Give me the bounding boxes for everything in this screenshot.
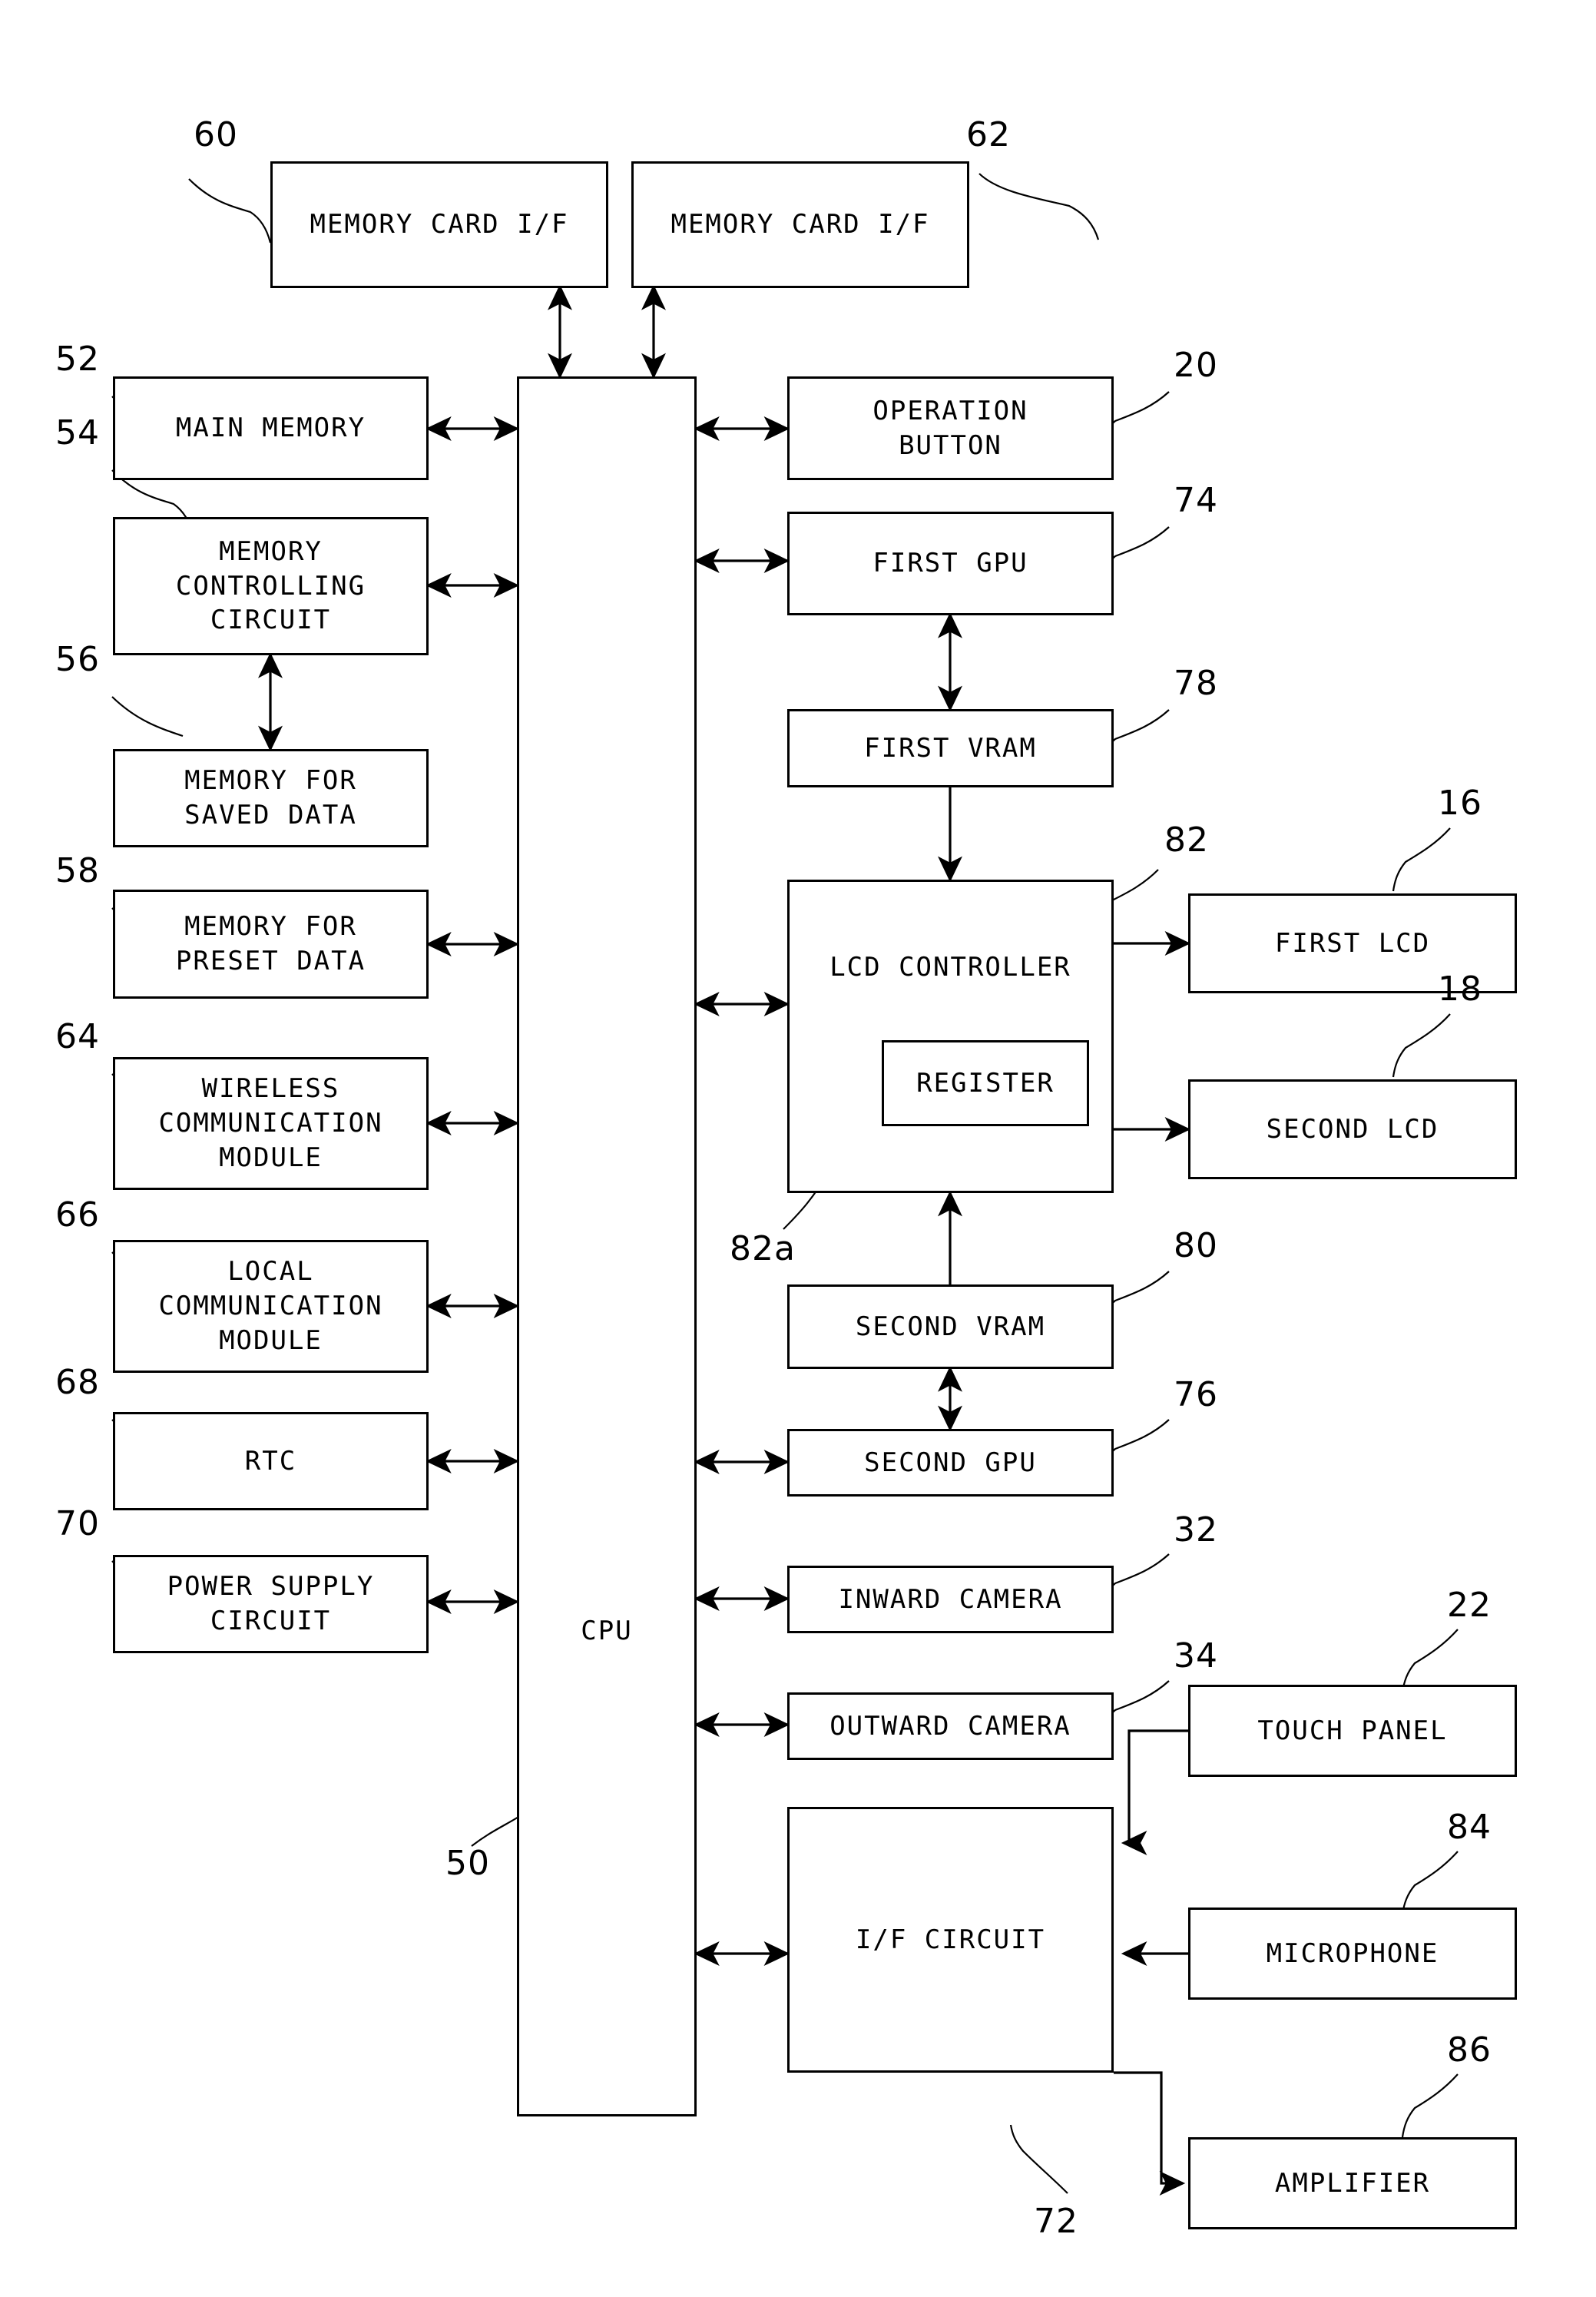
block-label: MEMORY CARD I/F xyxy=(671,209,930,240)
block-second-vram[interactable]: SECOND VRAM xyxy=(787,1284,1114,1369)
ref-numeral-74: 74 xyxy=(1174,481,1218,520)
ref-numeral-16: 16 xyxy=(1438,784,1482,823)
patent-figure-canvas: MEMORY CARD I/F 60 MEMORY CARD I/F 62 MA… xyxy=(0,0,1596,2297)
block-label: FIRST GPU xyxy=(873,548,1028,579)
ref-numeral-82a: 82a xyxy=(730,1229,796,1268)
block-label: MEMORY FOR PRESET DATA xyxy=(175,911,366,976)
block-label: WIRELESS COMMUNICATION MODULE xyxy=(158,1073,383,1173)
block-label: I/F CIRCUIT xyxy=(855,1924,1046,1955)
block-label: TOUCH PANEL xyxy=(1257,1715,1448,1746)
block-label: OUTWARD CAMERA xyxy=(829,1710,1071,1742)
ref-numeral-20: 20 xyxy=(1174,346,1218,385)
block-register[interactable]: REGISTER xyxy=(882,1040,1089,1126)
block-label: CPU xyxy=(581,1616,633,1646)
block-label: AMPLIFIER xyxy=(1274,2167,1431,2199)
block-first-vram[interactable]: FIRST VRAM xyxy=(787,709,1114,787)
ref-numeral-56: 56 xyxy=(55,640,100,679)
block-operation-button[interactable]: OPERATION BUTTON xyxy=(787,376,1114,480)
ref-numeral-66: 66 xyxy=(55,1195,100,1235)
ref-numeral-32: 32 xyxy=(1174,1510,1218,1550)
ref-numeral-68: 68 xyxy=(55,1363,100,1402)
block-label: FIRST LCD xyxy=(1274,927,1431,959)
block-label: LOCAL COMMUNICATION MODULE xyxy=(158,1256,383,1356)
block-label: MAIN MEMORY xyxy=(175,413,366,444)
block-label: MICROPHONE xyxy=(1266,1937,1439,1969)
block-memory-for-preset-data[interactable]: MEMORY FOR PRESET DATA xyxy=(113,890,429,999)
ref-numeral-84: 84 xyxy=(1447,1808,1492,1847)
ref-numeral-54: 54 xyxy=(55,413,100,452)
ref-numeral-58: 58 xyxy=(55,851,100,890)
block-label: POWER SUPPLY CIRCUIT xyxy=(167,1571,375,1636)
ref-numeral-22: 22 xyxy=(1447,1586,1492,1625)
ref-numeral-82: 82 xyxy=(1164,820,1209,860)
ref-numeral-34: 34 xyxy=(1174,1636,1218,1676)
block-label: REGISTER xyxy=(916,1067,1055,1099)
block-power-supply-circuit[interactable]: POWER SUPPLY CIRCUIT xyxy=(113,1555,429,1653)
block-main-memory[interactable]: MAIN MEMORY xyxy=(113,376,429,480)
block-rtc[interactable]: RTC xyxy=(113,1412,429,1510)
block-label: OPERATION BUTTON xyxy=(873,395,1028,461)
ref-numeral-72: 72 xyxy=(1034,2202,1078,2241)
block-label: RTC xyxy=(244,1445,297,1477)
ref-numeral-86: 86 xyxy=(1447,2030,1492,2070)
block-memory-card-if-1[interactable]: MEMORY CARD I/F xyxy=(270,161,608,288)
block-label: SECOND GPU xyxy=(864,1447,1037,1478)
block-label: INWARD CAMERA xyxy=(838,1583,1063,1615)
block-cpu[interactable]: CPU xyxy=(517,376,697,2116)
block-memory-controlling-circuit[interactable]: MEMORY CONTROLLING CIRCUIT xyxy=(113,517,429,655)
block-amplifier[interactable]: AMPLIFIER xyxy=(1188,2137,1517,2229)
block-label: MEMORY CONTROLLING CIRCUIT xyxy=(175,535,366,636)
ref-numeral-52: 52 xyxy=(55,340,100,379)
block-label: MEMORY FOR SAVED DATA xyxy=(184,765,357,830)
ref-numeral-70: 70 xyxy=(55,1504,100,1543)
block-touch-panel[interactable]: TOUCH PANEL xyxy=(1188,1685,1517,1777)
block-second-gpu[interactable]: SECOND GPU xyxy=(787,1429,1114,1497)
block-label: MEMORY CARD I/F xyxy=(310,209,569,240)
block-wireless-communication-module[interactable]: WIRELESS COMMUNICATION MODULE xyxy=(113,1057,429,1190)
block-first-gpu[interactable]: FIRST GPU xyxy=(787,512,1114,615)
ref-numeral-18: 18 xyxy=(1438,970,1482,1009)
block-if-circuit[interactable]: I/F CIRCUIT xyxy=(787,1807,1114,2073)
block-outward-camera[interactable]: OUTWARD CAMERA xyxy=(787,1692,1114,1760)
block-memory-for-saved-data[interactable]: MEMORY FOR SAVED DATA xyxy=(113,749,429,847)
ref-numeral-62: 62 xyxy=(966,115,1011,154)
block-inward-camera[interactable]: INWARD CAMERA xyxy=(787,1566,1114,1633)
ref-numeral-64: 64 xyxy=(55,1017,100,1056)
block-label: FIRST VRAM xyxy=(864,732,1037,764)
block-lcd-controller[interactable]: LCD CONTROLLER xyxy=(787,880,1114,1193)
block-microphone[interactable]: MICROPHONE xyxy=(1188,1908,1517,2000)
ref-numeral-78: 78 xyxy=(1174,664,1218,703)
block-label: SECOND VRAM xyxy=(855,1311,1046,1342)
ref-numeral-60: 60 xyxy=(194,115,238,154)
block-local-communication-module[interactable]: LOCAL COMMUNICATION MODULE xyxy=(113,1240,429,1373)
ref-numeral-80: 80 xyxy=(1174,1226,1218,1265)
block-memory-card-if-2[interactable]: MEMORY CARD I/F xyxy=(631,161,969,288)
block-second-lcd[interactable]: SECOND LCD xyxy=(1188,1079,1517,1179)
block-label: SECOND LCD xyxy=(1266,1113,1439,1145)
block-label: LCD CONTROLLER xyxy=(829,952,1071,983)
ref-numeral-50: 50 xyxy=(445,1844,490,1883)
ref-numeral-76: 76 xyxy=(1174,1375,1218,1414)
